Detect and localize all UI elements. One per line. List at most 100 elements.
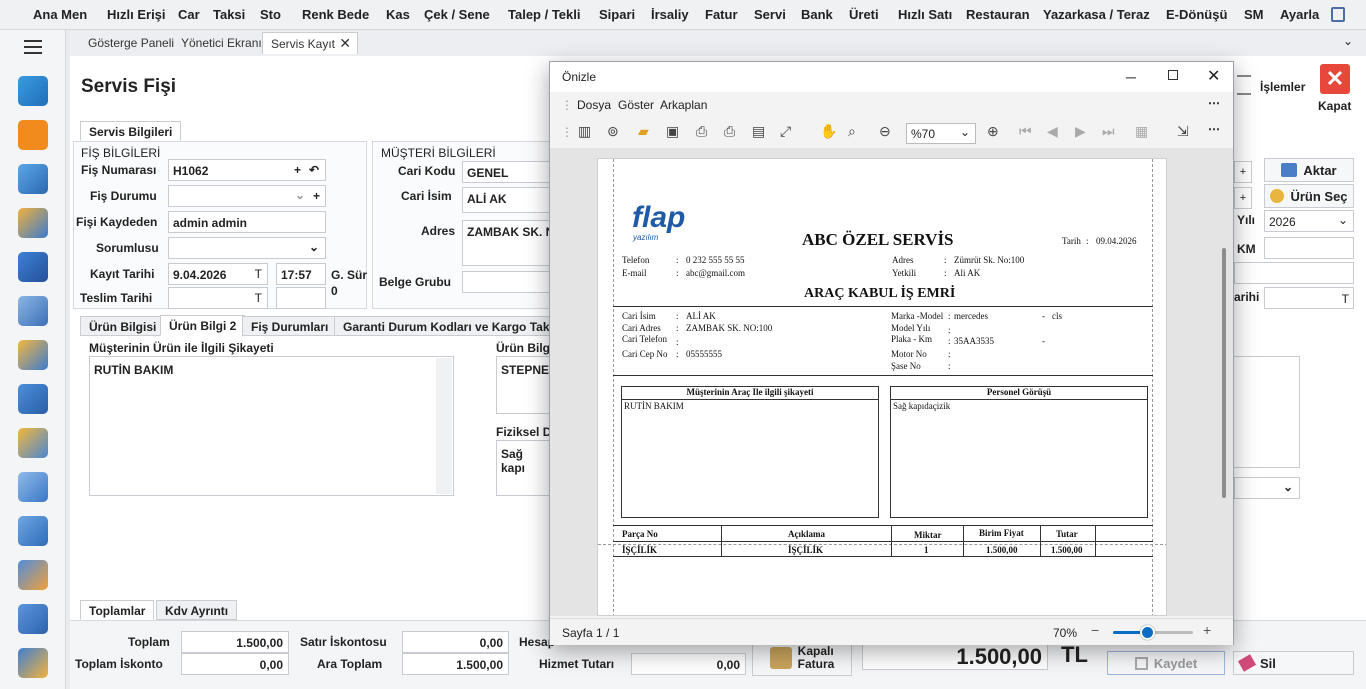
calculator-icon[interactable] [1331,7,1345,22]
export-icon[interactable]: ⇲ [1177,123,1189,140]
menu-item-yazarkasa[interactable]: Yazarkasa / Teraz [1043,7,1150,22]
cari-kodu-input[interactable]: GENEL [462,161,552,183]
menu-item-e-donusum[interactable]: E-Dönüşü [1166,7,1227,22]
page-setup-icon[interactable]: ▤ [752,123,765,140]
close-icon[interactable]: ✕ [1207,66,1220,86]
plus-icon[interactable]: + [313,189,320,203]
menu-item-uretim[interactable]: Üreti [849,7,879,22]
contacts-icon[interactable] [18,164,48,194]
menu-dosya[interactable]: Dosya [577,98,611,112]
tab-yonetici-ekrani[interactable]: Yönetici Ekranı [173,32,270,54]
dashboard-icon[interactable] [18,76,48,106]
tab-urun-bilgi-2[interactable]: Ürün Bilgi 2 [160,315,246,336]
prev-page-icon[interactable]: ◀ [1047,123,1058,140]
document-icon[interactable] [18,428,48,458]
box-icon[interactable] [18,252,48,282]
kayit-saat-input[interactable]: 17:57 [276,263,326,285]
kaydet-button[interactable]: Kaydet [1107,651,1225,675]
open-icon[interactable]: ▰ [638,123,649,140]
menu-item-servis[interactable]: Servi [754,7,786,22]
tab-kdv-ayrinti[interactable]: Kdv Ayrıntı [156,600,238,620]
truck-icon[interactable] [18,384,48,414]
minimize-icon[interactable]: ─ [1126,69,1136,85]
calendar-icon[interactable]: T [255,267,262,281]
zoom-out-icon[interactable]: − [1091,622,1099,638]
preview-viewport[interactable]: flap yazılım ABC ÖZEL SERVİS Tarih : 09.… [550,148,1233,616]
tab-gosterge-paneli[interactable]: Gösterge Paneli [80,32,182,54]
tarihi-input[interactable]: T [1264,287,1354,309]
close-x-icon[interactable]: ✕ [1320,64,1350,94]
fisi-kaydeden-input[interactable]: admin admin [168,211,326,233]
belge-grubu-input[interactable] [462,271,552,293]
plus-icon[interactable]: + [294,163,301,177]
calendar-icon[interactable]: T [1342,292,1349,306]
thumbnails-icon[interactable]: ▥ [578,123,591,140]
service-icon[interactable] [18,560,48,590]
menu-arkaplan[interactable]: Arkaplan [660,98,707,112]
menu-item-irsaliye[interactable]: İrsaliy [651,7,689,22]
preview-scrollbar[interactable] [1222,248,1226,498]
menu-item-renk-beden[interactable]: Renk Bede [302,7,369,22]
fis-numarasi-input[interactable]: H1062 + ↶ [168,159,326,181]
checklist-icon[interactable] [18,472,48,502]
menu-goster[interactable]: Göster [618,98,654,112]
invoice-check-icon[interactable] [18,516,48,546]
rss-icon[interactable] [18,120,48,150]
menu-item-kasa[interactable]: Kas [386,7,410,22]
menu-item-restaurant[interactable]: Restauran [966,7,1030,22]
find-icon[interactable]: ⊚ [607,123,619,140]
calculator-grid-icon[interactable] [18,296,48,326]
zoom-select[interactable]: %70 ⌄ [906,123,976,144]
adres-input[interactable]: ZAMBAK SK. NO [462,220,552,266]
hand-tool-icon[interactable]: ✋ [820,123,837,140]
kapali-fatura-button[interactable]: Kapalı Fatura [752,640,852,676]
undo-icon[interactable]: ↶ [309,163,319,177]
urun-sec-button[interactable]: Ürün Seç [1264,184,1354,208]
next-page-icon[interactable]: ▶ [1075,123,1086,140]
magnifier-icon[interactable]: ⌕ [848,123,856,140]
menu-item-hizli-erisim[interactable]: Hızlı Erişi [107,7,166,22]
close-icon[interactable]: ✕ [339,35,351,52]
fis-durumu-select[interactable]: ⌄ + [168,185,326,207]
menu-item-stok[interactable]: Sto [260,7,281,22]
list-icon[interactable] [1237,75,1251,95]
first-page-icon[interactable]: ⏮ [1019,123,1032,140]
print-icon[interactable]: ⎙ [696,123,707,140]
menu-item-cek-senet[interactable]: Çek / Sene [424,7,490,22]
kapat-button[interactable]: Kapat [1318,99,1351,113]
menu-item-talep-teklif[interactable]: Talep / Tekli [508,7,580,22]
maximize-icon[interactable] [1168,70,1178,80]
kayit-tarihi-input[interactable]: 9.04.2026 T [168,263,268,285]
tab-toplamlar[interactable]: Toplamlar [80,600,155,620]
menu-item-taksit[interactable]: Taksi [213,7,245,22]
multi-page-icon[interactable]: ▦ [1135,123,1148,140]
tab-garanti-durum[interactable]: Garanti Durum Kodları ve Kargo Takip [334,316,550,336]
chevron-down-icon[interactable]: ⌄ [1343,34,1353,48]
scale-icon[interactable]: ⤢ [780,123,791,140]
sil-button[interactable]: Sil [1233,651,1354,675]
menu-item-fatura[interactable]: Fatur [705,7,738,22]
menu-item-siparis[interactable]: Sipari [599,7,635,22]
extra-input[interactable] [1234,262,1354,284]
plus-icon[interactable]: + [1234,161,1252,183]
save-icon[interactable]: ▣ [666,123,679,140]
fiziksel-textarea[interactable]: Sağ kapı [496,440,552,496]
scrollbar[interactable] [436,358,452,494]
menu-item-hizli-satis[interactable]: Hızlı Satı [898,7,952,22]
right-textarea[interactable] [1234,356,1300,468]
safe-icon[interactable] [18,340,48,370]
menu-item-banka[interactable]: Bank [801,7,833,22]
tab-urun-bilgisi[interactable]: Ürün Bilgisi [80,316,166,336]
plus-icon[interactable]: + [1234,187,1252,209]
cari-isim-input[interactable]: ALİ AK [462,187,552,213]
teslim-tarihi-input[interactable]: T [168,287,268,309]
km-input[interactable] [1264,237,1354,259]
zoom-slider[interactable] [1113,625,1193,640]
sorumlusu-select[interactable]: ⌄ [168,237,326,259]
urun-bilgi-textarea[interactable]: STEPNE [496,356,552,414]
more-icon[interactable]: ⋯ [1208,96,1220,110]
right-select[interactable]: ⌄ [1234,477,1300,499]
tab-servis-bilgileri[interactable]: Servis Bilgileri [80,121,182,141]
tab-servis-kayit[interactable]: Servis Kayıt ✕ [262,32,358,54]
menu-item-cari[interactable]: Car [178,7,200,22]
